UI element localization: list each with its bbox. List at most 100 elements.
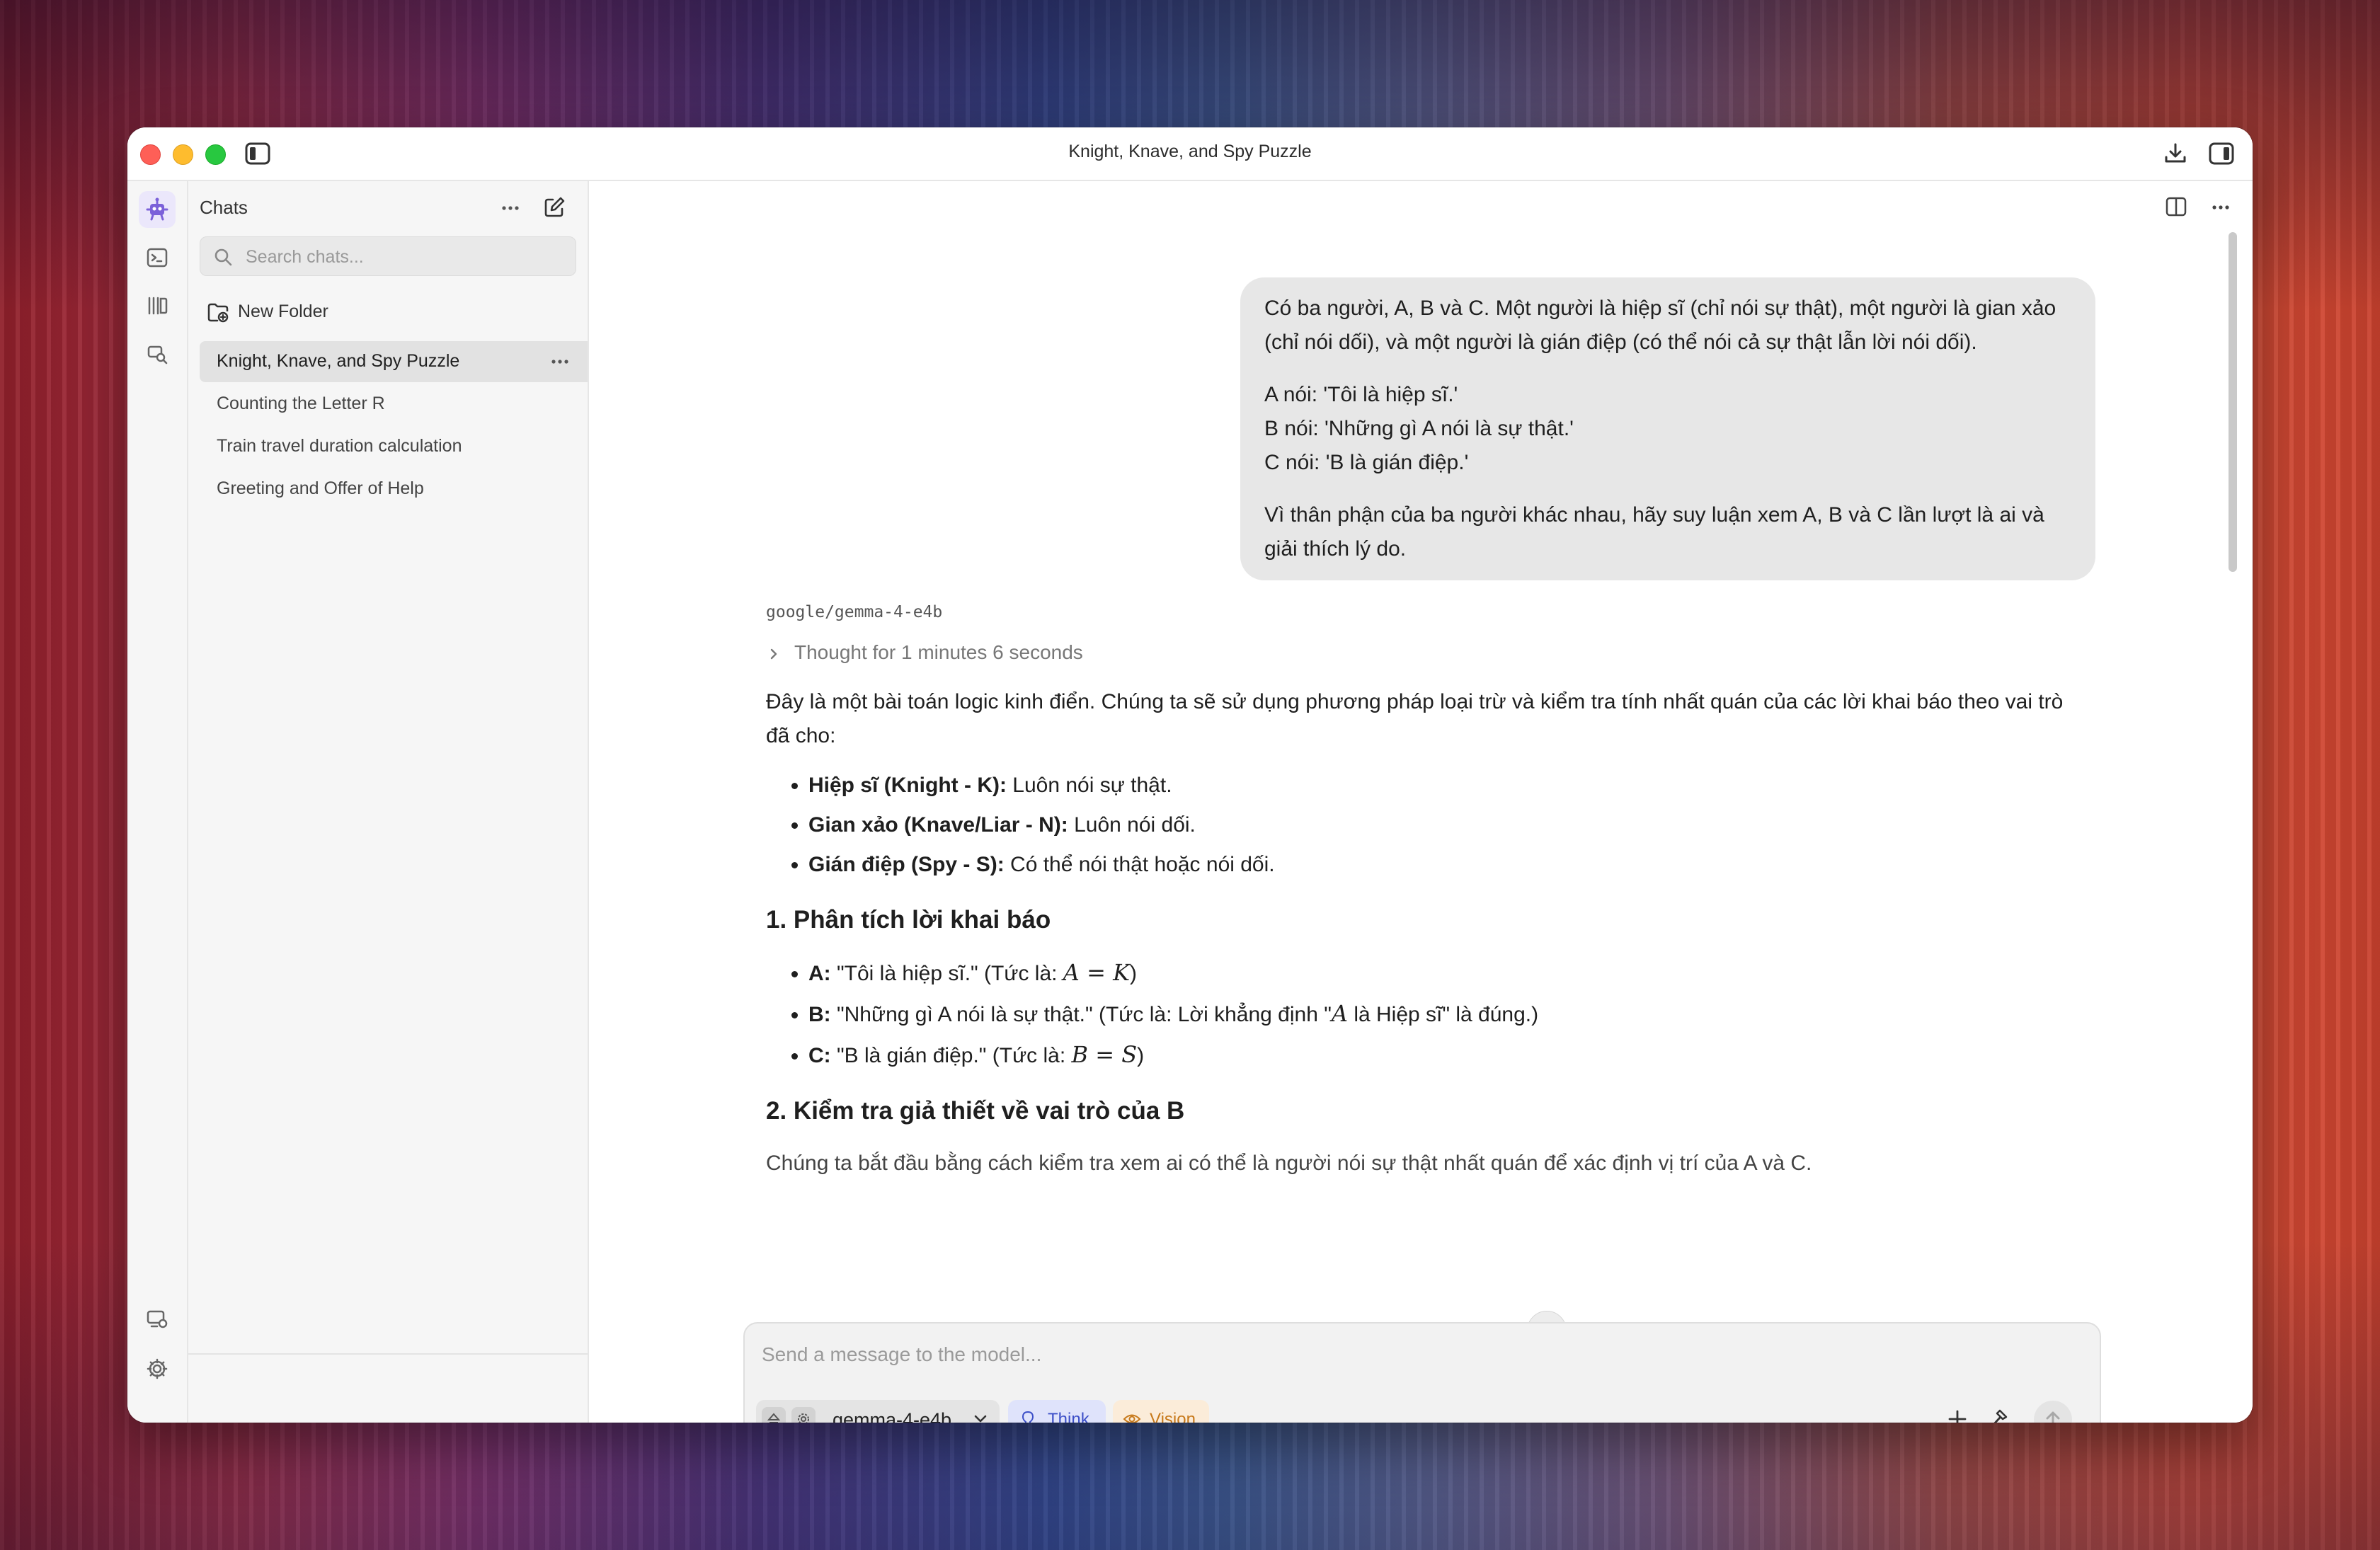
eye-icon xyxy=(1123,1411,1141,1423)
assistant-answer: Đây là một bài toán logic kinh điển. Chú… xyxy=(766,685,2083,1196)
eject-icon xyxy=(767,1412,781,1423)
rail-chats-button[interactable] xyxy=(139,191,176,228)
rail-developer-button[interactable] xyxy=(139,239,176,276)
right-panel-toggle-icon[interactable] xyxy=(2209,142,2234,166)
statements-list: A: "Tôi là hiệp sĩ." (Tức là: A = K) B: … xyxy=(766,955,2083,1073)
rail-models-button[interactable] xyxy=(139,287,176,324)
model-id: google/gemma-4-e4b xyxy=(766,603,943,621)
user-message-statements: A nói: 'Tôi là hiệp sĩ.' B nói: 'Những gì… xyxy=(1264,378,2071,480)
model-selector-label: gemma-4-e4b xyxy=(833,1409,952,1423)
statement-text: "Tôi là hiệp sĩ." (Tức là: xyxy=(830,962,1063,985)
list-item: C: "B là gián điệp." (Tức là: B = S) xyxy=(808,1038,2083,1073)
robot-logo-icon xyxy=(144,197,170,222)
small-gear-icon xyxy=(796,1412,811,1423)
new-chat-icon[interactable] xyxy=(542,195,566,219)
statement-c: C nói: 'B là gián điệp.' xyxy=(1264,451,1469,474)
vision-toggle[interactable]: Vision xyxy=(1113,1400,1209,1423)
statement-a: A nói: 'Tôi là hiệp sĩ.' xyxy=(1264,383,1458,406)
folder-plus-icon xyxy=(207,302,229,323)
thought-label: Thought for 1 minutes 6 seconds xyxy=(794,641,1083,663)
roles-list: Hiệp sĩ (Knight - K): Luôn nói sự thật. … xyxy=(766,769,2083,882)
chat-item-knight-knave-spy[interactable]: Knight, Knave, and Spy Puzzle xyxy=(200,341,588,382)
chat-item-title: Knight, Knave, and Spy Puzzle xyxy=(217,351,460,371)
math-expression: A xyxy=(1331,1000,1348,1027)
chevron-right-icon xyxy=(767,647,780,661)
role-description: Có thể nói thật hoặc nói dối. xyxy=(1004,853,1275,876)
send-button[interactable] xyxy=(2033,1400,2073,1423)
rail-settings-button[interactable] xyxy=(139,1350,176,1387)
new-folder-button[interactable]: New Folder xyxy=(200,292,576,331)
list-item: B: "Những gì A nói là sự thật." (Tức là:… xyxy=(808,997,2083,1032)
app-window: Knight, Knave, and Spy Puzzle Chats Sear… xyxy=(127,127,2253,1423)
list-item: Hiệp sĩ (Knight - K): Luôn nói sự thật. xyxy=(808,769,2083,803)
user-message-p3: Vì thân phận của ba người khác nhau, hãy… xyxy=(1264,503,2044,561)
statement-speaker: A: xyxy=(808,962,831,985)
composer-placeholder: Send a message to the model... xyxy=(762,1343,1042,1365)
chat-item-title: Train travel duration calculation xyxy=(217,436,462,456)
chevron-down-icon xyxy=(973,1412,988,1423)
statement-tail: ) xyxy=(1129,962,1137,985)
list-item: Gian xảo (Knave/Liar - N): Luôn nói dối. xyxy=(808,808,2083,842)
math-expression: A = K xyxy=(1063,959,1130,986)
new-folder-label: New Folder xyxy=(238,302,328,321)
list-item: A: "Tôi là hiệp sĩ." (Tức là: A = K) xyxy=(808,955,2083,991)
download-icon[interactable] xyxy=(2163,142,2187,166)
library-icon xyxy=(146,294,168,317)
statement-text: "Những gì A nói là sự thật." (Tức là: Lờ… xyxy=(830,1003,1332,1026)
search-model-icon xyxy=(146,343,168,365)
chat-scrollbar[interactable] xyxy=(2229,232,2237,572)
chat-item-title: Greeting and Offer of Help xyxy=(217,478,424,498)
split-view-icon[interactable] xyxy=(2165,195,2187,218)
math-expression: B = S xyxy=(1071,1041,1138,1068)
model-selector[interactable]: gemma-4-e4b xyxy=(756,1400,1000,1423)
gear-icon xyxy=(146,1357,168,1380)
answer-heading-2: 2. Kiểm tra giả thiết về vai trò của B xyxy=(766,1097,1185,1125)
sidebar-more-icon[interactable] xyxy=(500,201,521,215)
statement-tail: là Hiệp sĩ" là đúng.) xyxy=(1348,1003,1539,1026)
rail-discover-button[interactable] xyxy=(139,335,176,372)
sidebar-divider xyxy=(188,1353,588,1355)
role-term: Gián điệp (Spy - S): xyxy=(808,853,1005,876)
think-label: Think xyxy=(1048,1410,1089,1423)
plus-icon[interactable] xyxy=(1945,1407,1969,1423)
content-fade xyxy=(589,1232,2253,1281)
search-chats-input[interactable]: Search chats... xyxy=(200,236,576,276)
search-icon xyxy=(213,247,233,267)
sidebar-title: Chats xyxy=(200,197,248,218)
statement-speaker: B: xyxy=(808,1003,831,1026)
statement-tail: ) xyxy=(1137,1044,1145,1067)
search-placeholder: Search chats... xyxy=(246,247,364,267)
answer-intro: Đây là một bài toán logic kinh điển. Chú… xyxy=(766,690,2064,747)
terminal-icon xyxy=(146,246,168,269)
think-toggle[interactable]: Think xyxy=(1008,1400,1106,1423)
server-status-icon xyxy=(146,1308,168,1331)
vision-label: Vision xyxy=(1150,1410,1196,1423)
tools-hammer-icon[interactable] xyxy=(1988,1407,2012,1423)
chat-item-greeting[interactable]: Greeting and Offer of Help xyxy=(200,469,588,510)
chat-main: Có ba người, A, B và C. Một người là hiệ… xyxy=(589,181,2253,1423)
role-term: Hiệp sĩ (Knight - K): xyxy=(808,774,1007,797)
answer-paragraph-2: Chúng ta bắt đầu bằng cách kiểm tra xem … xyxy=(766,1152,1812,1175)
chat-item-title: Counting the Letter R xyxy=(217,394,385,413)
role-description: Luôn nói sự thật. xyxy=(1006,774,1172,797)
role-term: Gian xảo (Knave/Liar - N): xyxy=(808,813,1068,837)
role-description: Luôn nói dối. xyxy=(1068,813,1196,837)
title-bar: Knight, Knave, and Spy Puzzle xyxy=(127,127,2253,181)
model-settings-button[interactable] xyxy=(791,1407,816,1423)
chat-item-counting-letter-r[interactable]: Counting the Letter R xyxy=(200,384,588,425)
statement-text: "B là gián điệp." (Tức là: xyxy=(830,1044,1072,1067)
statement-b: B nói: 'Những gì A nói là sự thật.' xyxy=(1264,417,1574,440)
chat-item-more-icon[interactable] xyxy=(549,355,571,368)
answer-heading-1: 1. Phân tích lời khai báo xyxy=(766,906,1051,934)
message-composer[interactable]: Send a message to the model... gemma-4-e… xyxy=(743,1322,2101,1423)
chat-item-train-travel[interactable]: Train travel duration calculation xyxy=(200,426,588,467)
chat-more-icon[interactable] xyxy=(2210,201,2231,214)
list-item: Gián điệp (Spy - S): Có thể nói thật hoặ… xyxy=(808,848,2083,882)
window-title: Knight, Knave, and Spy Puzzle xyxy=(1068,142,1312,161)
chats-sidebar: Chats Search chats... New Folder Knight,… xyxy=(188,181,589,1423)
statement-speaker: C: xyxy=(808,1044,831,1067)
eject-model-button[interactable] xyxy=(762,1407,786,1423)
rail-server-button[interactable] xyxy=(139,1301,176,1338)
user-message-p1: Có ba người, A, B và C. Một người là hiệ… xyxy=(1264,297,2056,354)
icon-rail xyxy=(127,181,188,1423)
